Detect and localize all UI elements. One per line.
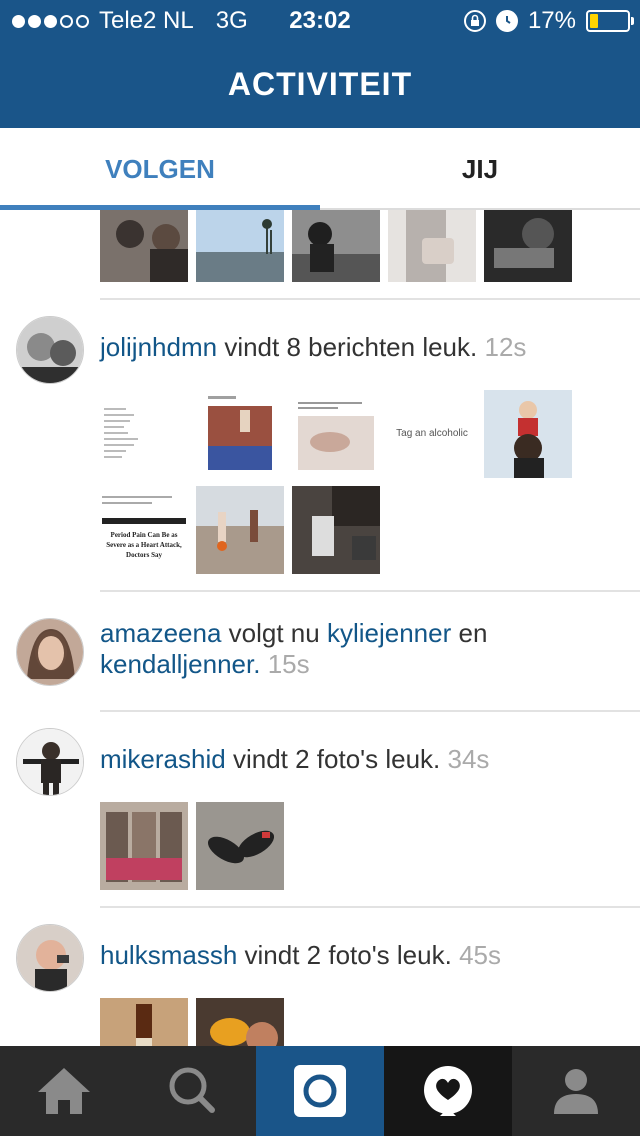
activity-entry-text: amazeena volgt nu kyliejenner en kendall…	[100, 618, 620, 680]
battery-percent: 17%	[527, 7, 576, 34]
timestamp: 34s	[447, 744, 490, 774]
liked-photo-thumbnail[interactable]	[196, 210, 284, 282]
entry-divider	[100, 590, 640, 592]
battery-icon	[586, 10, 634, 32]
username-link[interactable]: mikerashid	[100, 744, 226, 774]
timestamp: 12s	[484, 332, 527, 362]
followed-user-link[interactable]: kyliejenner	[327, 618, 451, 648]
liked-photo-thumbnail[interactable]	[292, 210, 380, 282]
navigation-header: Tele2 NL 3G 23:02 17% ACTIVITEIT	[0, 0, 640, 128]
timestamp: 15s	[267, 649, 310, 679]
liked-post-thumbnail[interactable]	[196, 486, 284, 574]
rotation-lock-icon	[463, 10, 486, 32]
activity-entry-text: hulksmassh vindt 2 foto's leuk. 45s	[100, 940, 620, 971]
entry-divider	[100, 298, 640, 300]
page-title: ACTIVITEIT	[227, 66, 413, 102]
liked-post-thumbnail[interactable]	[484, 390, 572, 478]
avatar[interactable]	[16, 316, 84, 384]
activity-heart-icon	[424, 1066, 472, 1116]
liked-post-thumbnail[interactable]: Period Pain Can Be as Severe as a Heart …	[100, 486, 188, 574]
followed-user-link[interactable]: kendalljenner.	[100, 649, 260, 679]
username-link[interactable]: jolijnhdmn	[100, 332, 217, 362]
alarm-icon	[495, 10, 518, 32]
username-link[interactable]: hulksmassh	[100, 940, 237, 970]
status-bar: Tele2 NL 3G 23:02 17%	[0, 0, 640, 40]
liked-post-thumbnail[interactable]	[100, 390, 188, 478]
liked-photo-thumbnail[interactable]	[484, 210, 572, 282]
profile-icon	[554, 1069, 598, 1114]
timestamp: 45s	[459, 940, 501, 970]
activity-tabs: VOLGEN JIJ	[0, 128, 640, 210]
activity-description: volgt nu	[228, 618, 320, 648]
liked-post-thumbnail[interactable]: Tag an alcoholic	[388, 390, 476, 478]
tab-home[interactable]	[0, 1046, 128, 1136]
tab-camera[interactable]	[256, 1046, 384, 1136]
liked-post-thumbnail[interactable]	[196, 390, 284, 478]
search-icon	[169, 1067, 215, 1113]
liked-photo-thumbnail[interactable]	[100, 210, 188, 282]
camera-icon	[294, 1065, 346, 1117]
activity-description: vindt 8 berichten leuk.	[224, 332, 478, 362]
username-link[interactable]: amazeena	[100, 618, 221, 648]
liked-photo-thumbnail[interactable]	[100, 802, 188, 890]
conjunction: en	[458, 618, 488, 648]
activity-feed[interactable]: jolijnhdmn vindt 8 berichten leuk. 12s T…	[0, 210, 640, 1046]
home-icon	[38, 1068, 90, 1114]
activity-description: vindt 2 foto's leuk.	[244, 940, 452, 970]
tab-activity[interactable]	[384, 1046, 512, 1136]
activity-entry-text: mikerashid vindt 2 foto's leuk. 34s	[100, 744, 620, 775]
liked-photo-thumbnail[interactable]	[196, 802, 284, 890]
liked-photo-thumbnail[interactable]	[196, 998, 284, 1046]
liked-post-thumbnail[interactable]	[292, 486, 380, 574]
avatar[interactable]	[16, 618, 84, 686]
bottom-tab-bar	[0, 1046, 640, 1136]
tab-volgen[interactable]: VOLGEN	[0, 128, 320, 210]
thumbnail-caption: Tag an alcoholic	[396, 428, 468, 439]
thumbnail-headline: Period Pain Can Be as Severe as a Heart …	[106, 531, 182, 559]
tab-profile[interactable]	[512, 1046, 640, 1136]
activity-description: vindt 2 foto's leuk.	[232, 744, 441, 774]
activity-entry-text: jolijnhdmn vindt 8 berichten leuk. 12s	[100, 332, 620, 363]
avatar[interactable]	[16, 924, 84, 992]
entry-divider	[100, 906, 640, 908]
avatar[interactable]	[16, 728, 84, 796]
tab-jij[interactable]: JIJ	[320, 128, 640, 210]
entry-divider	[100, 710, 640, 712]
liked-photo-thumbnail[interactable]	[100, 998, 188, 1046]
liked-post-thumbnail[interactable]	[292, 390, 380, 478]
liked-photo-thumbnail[interactable]	[388, 210, 476, 282]
tab-search[interactable]	[128, 1046, 256, 1136]
